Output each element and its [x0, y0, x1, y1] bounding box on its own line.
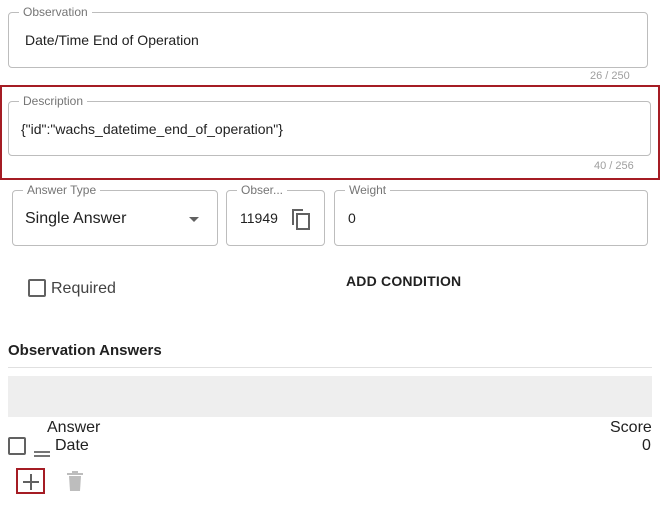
- weight-legend: Weight: [345, 183, 391, 197]
- column-header-score: Score: [610, 419, 652, 436]
- required-label: Required: [51, 280, 116, 297]
- column-header-answer: Answer: [47, 419, 101, 436]
- add-condition-button[interactable]: ADD CONDITION: [346, 273, 461, 289]
- required-checkbox[interactable]: [28, 279, 46, 297]
- trash-icon[interactable]: [66, 471, 84, 492]
- description-counter: 40 / 256: [594, 160, 634, 172]
- observation-counter: 26 / 250: [590, 70, 630, 82]
- row-checkbox[interactable]: [8, 437, 26, 455]
- chevron-down-icon: [189, 217, 199, 222]
- table-row: Date 0: [0, 436, 660, 460]
- answer-cell: Date: [55, 437, 89, 454]
- drag-handle-icon[interactable]: [34, 451, 50, 457]
- score-cell: 0: [642, 437, 651, 454]
- observation-value: Date/Time End of Operation: [25, 32, 199, 48]
- table-toolbar: [8, 376, 652, 417]
- answer-type-value: Single Answer: [25, 210, 127, 227]
- observation-legend: Observation: [19, 5, 92, 19]
- weight-value: 0: [348, 210, 356, 226]
- answer-type-select[interactable]: Answer Type Single Answer: [12, 183, 218, 246]
- observation-id-legend: Obser...: [237, 183, 288, 197]
- observation-field[interactable]: Observation Date/Time End of Operation: [8, 5, 648, 68]
- copy-icon[interactable]: [289, 207, 311, 231]
- observation-id-field[interactable]: Obser... 11949: [226, 183, 325, 246]
- description-legend: Description: [19, 94, 88, 108]
- section-divider: [8, 367, 652, 368]
- observation-id-value: 11949: [240, 210, 278, 226]
- weight-field[interactable]: Weight 0: [334, 183, 648, 246]
- section-title: Observation Answers: [8, 342, 162, 359]
- description-field[interactable]: Description {"id":"wachs_datetime_end_of…: [8, 94, 651, 156]
- description-value: {"id":"wachs_datetime_end_of_operation"}: [21, 121, 283, 137]
- plus-icon[interactable]: [21, 472, 41, 492]
- answer-type-legend: Answer Type: [23, 183, 101, 197]
